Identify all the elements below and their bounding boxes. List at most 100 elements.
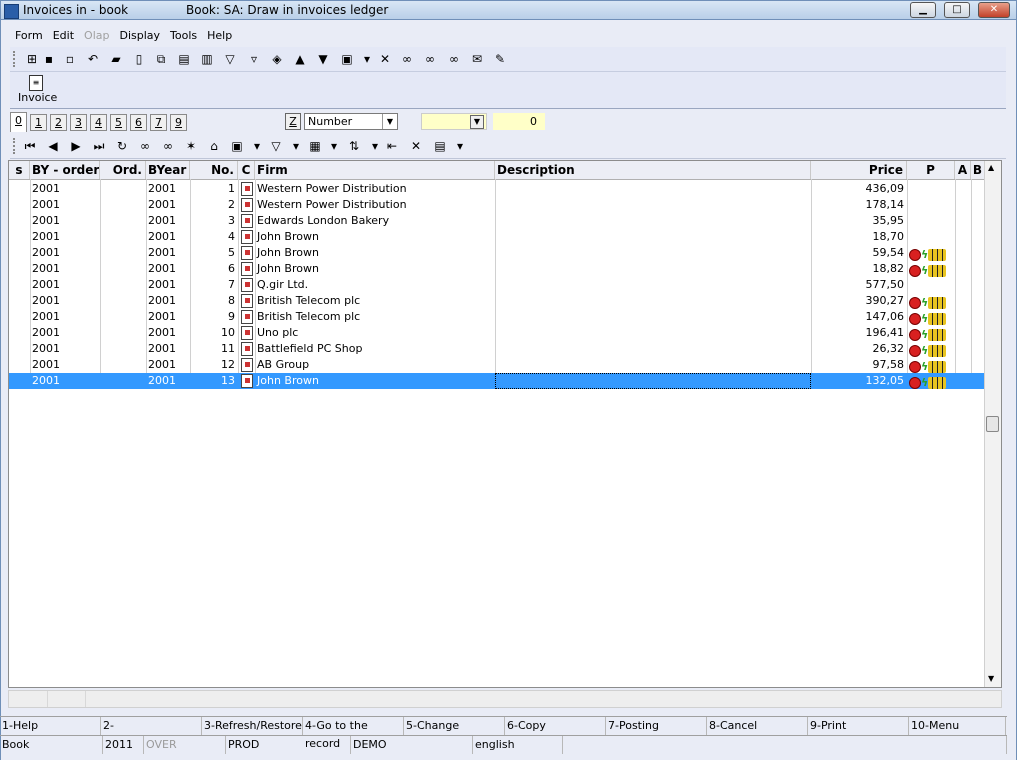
book-icon[interactable]: ▥ bbox=[199, 51, 215, 67]
scroll-up-icon[interactable]: ▲ bbox=[988, 163, 994, 172]
find-disabled-icon[interactable]: ∞ bbox=[160, 138, 176, 154]
filter-input[interactable]: ▼ bbox=[421, 113, 487, 130]
menu-form[interactable]: Form bbox=[10, 27, 48, 44]
vertical-scrollbar[interactable]: ▲ ▼ bbox=[984, 161, 1001, 687]
sort-az-icon[interactable]: ⇅ bbox=[346, 138, 362, 154]
table-row[interactable]: 2001 2001 10 Uno plc 196,41 ϟ bbox=[9, 325, 985, 341]
table-row[interactable]: 2001 2001 1 Western Power Distribution 436,0… bbox=[9, 181, 985, 197]
table-row[interactable]: 2001 2001 3 Edwards London Bakery 35,95 bbox=[9, 213, 985, 229]
tab-0[interactable]: 0 bbox=[10, 112, 27, 132]
column-header-byear[interactable]: BYear bbox=[146, 161, 190, 179]
scroll-thumb[interactable] bbox=[986, 416, 999, 432]
chevron-down-icon[interactable]: ▼ bbox=[470, 115, 484, 129]
column-header-no[interactable]: No. bbox=[190, 161, 238, 179]
copy-document-icon[interactable]: ⧉ bbox=[153, 51, 169, 67]
first-record-icon[interactable]: ⏮ bbox=[22, 138, 38, 154]
column-header-c[interactable]: C bbox=[238, 161, 255, 179]
table-row[interactable]: 2001 2001 7 Q.gir Ltd. 577,50 bbox=[9, 277, 985, 293]
binoculars-next-icon[interactable]: ∞ bbox=[422, 51, 438, 67]
indent-icon[interactable]: ⇤ bbox=[384, 138, 400, 154]
last-record-icon[interactable]: ⏭ bbox=[91, 138, 107, 154]
excel-icon[interactable]: ✕ bbox=[408, 138, 424, 154]
tab-7[interactable]: 7 bbox=[150, 114, 167, 131]
column-header-by-order[interactable]: BY - order bbox=[30, 161, 100, 179]
paste-document-icon[interactable]: ▤ bbox=[176, 51, 192, 67]
column-header-ord[interactable]: Ord. bbox=[100, 161, 146, 179]
table-row[interactable]: 2001 2001 13 John Brown 132,05 ϟ bbox=[9, 373, 985, 389]
dropdown-arrow-icon[interactable]: ▾ bbox=[359, 51, 375, 67]
save-icon[interactable]: ▪ bbox=[41, 51, 57, 67]
function-key-1[interactable]: 1-Help bbox=[0, 717, 101, 735]
tab-3[interactable]: 3 bbox=[70, 114, 87, 131]
undo-icon[interactable]: ↶ bbox=[85, 51, 101, 67]
column-header-a[interactable]: A bbox=[955, 161, 971, 179]
column-header-firm[interactable]: Firm bbox=[255, 161, 495, 179]
open-folder-icon[interactable]: ▰ bbox=[108, 51, 124, 67]
invoice-button[interactable]: ≡ Invoice bbox=[18, 75, 57, 107]
table-row[interactable]: 2001 2001 6 John Brown 18,82 ϟ bbox=[9, 261, 985, 277]
column-header-description[interactable]: Description bbox=[495, 161, 811, 179]
dropdown-arrow-icon[interactable]: ▾ bbox=[249, 138, 265, 154]
menu-help[interactable]: Help bbox=[202, 27, 237, 44]
arrow-down-icon[interactable]: ▼ bbox=[315, 51, 331, 67]
folder-up-icon[interactable]: ⌂ bbox=[206, 138, 222, 154]
arrow-up-icon[interactable]: ▲ bbox=[292, 51, 308, 67]
sign-icon[interactable]: ✎ bbox=[492, 51, 508, 67]
tree-icon[interactable]: ⊞ bbox=[24, 51, 40, 67]
tab-5[interactable]: 5 bbox=[110, 114, 127, 131]
refresh-icon[interactable]: ↻ bbox=[114, 138, 130, 154]
dropdown-arrow-icon[interactable]: ▾ bbox=[452, 138, 468, 154]
column-header-price[interactable]: Price bbox=[811, 161, 907, 179]
minimize-button[interactable]: ▁ bbox=[910, 2, 936, 18]
function-key-2[interactable]: 2- bbox=[101, 717, 202, 735]
camera-icon[interactable]: ▣ bbox=[229, 138, 245, 154]
function-key-8[interactable]: 8-Cancel bbox=[707, 717, 808, 735]
scroll-down-icon[interactable]: ▼ bbox=[988, 674, 994, 683]
filter-icon[interactable]: ▽ bbox=[268, 138, 284, 154]
window-titlebar[interactable]: Invoices in - book Book: SA: Draw in inv… bbox=[0, 0, 1017, 20]
column-header-p[interactable]: P bbox=[907, 161, 955, 179]
find-icon[interactable]: ∞ bbox=[137, 138, 153, 154]
binoculars-prev-icon[interactable]: ∞ bbox=[446, 51, 462, 67]
column-header-b[interactable]: B bbox=[971, 161, 985, 179]
chevron-down-icon[interactable]: ▼ bbox=[382, 114, 397, 129]
notes-icon[interactable]: ▤ bbox=[432, 138, 448, 154]
table-row[interactable]: 2001 2001 12 AB Group 97,58 ϟ bbox=[9, 357, 985, 373]
menu-display[interactable]: Display bbox=[114, 27, 165, 44]
dropdown-arrow-icon[interactable]: ▾ bbox=[288, 138, 304, 154]
function-key-6[interactable]: 6-Copy bbox=[505, 717, 606, 735]
table-row[interactable]: 2001 2001 8 British Telecom plc 390,27 ϟ bbox=[9, 293, 985, 309]
function-key-4[interactable]: 4-Go to the record bbox=[303, 717, 404, 750]
binoculars-icon[interactable]: ∞ bbox=[399, 51, 415, 67]
export-excel-icon[interactable]: ✕ bbox=[377, 51, 393, 67]
columns-icon[interactable]: ▦ bbox=[307, 138, 323, 154]
filter-edit-icon[interactable]: ▿ bbox=[246, 51, 262, 67]
function-key-10[interactable]: 10-Menu bbox=[909, 717, 1006, 735]
table-row[interactable]: 2001 2001 4 John Brown 18,70 bbox=[9, 229, 985, 245]
function-key-7[interactable]: 7-Posting bbox=[606, 717, 707, 735]
dropdown-arrow-icon[interactable]: ▾ bbox=[367, 138, 383, 154]
table-row[interactable]: 2001 2001 11 Battlefield PC Shop 26,32 ϟ bbox=[9, 341, 985, 357]
dropdown-arrow-icon[interactable]: ▾ bbox=[326, 138, 342, 154]
save-as-icon[interactable]: ▫ bbox=[62, 51, 78, 67]
maximize-button[interactable]: □ bbox=[944, 2, 970, 18]
menu-edit[interactable]: Edit bbox=[48, 27, 79, 44]
star-folder-icon[interactable]: ✶ bbox=[183, 138, 199, 154]
function-key-3[interactable]: 3-Refresh/Restore bbox=[202, 717, 303, 735]
tab-4[interactable]: 4 bbox=[90, 114, 107, 131]
menu-tools[interactable]: Tools bbox=[165, 27, 202, 44]
filter-icon[interactable]: ▽ bbox=[222, 51, 238, 67]
tab-9[interactable]: 9 bbox=[170, 114, 187, 131]
table-row[interactable]: 2001 2001 5 John Brown 59,54 ϟ bbox=[9, 245, 985, 261]
prev-record-icon[interactable]: ◀ bbox=[45, 138, 61, 154]
layers-icon[interactable]: ◈ bbox=[269, 51, 285, 67]
toolbar-grip[interactable] bbox=[13, 51, 19, 67]
tab-1[interactable]: 1 bbox=[30, 114, 47, 131]
sort-field-select[interactable]: Number ▼ bbox=[304, 113, 398, 130]
mail-icon[interactable]: ✉ bbox=[469, 51, 485, 67]
function-key-5[interactable]: 5-Change bbox=[404, 717, 505, 735]
column-header-s[interactable]: s bbox=[9, 161, 30, 179]
table-row[interactable]: 2001 2001 2 Western Power Distribution 178,1… bbox=[9, 197, 985, 213]
new-document-icon[interactable]: ▯ bbox=[131, 51, 147, 67]
close-button[interactable]: ✕ bbox=[978, 2, 1010, 18]
